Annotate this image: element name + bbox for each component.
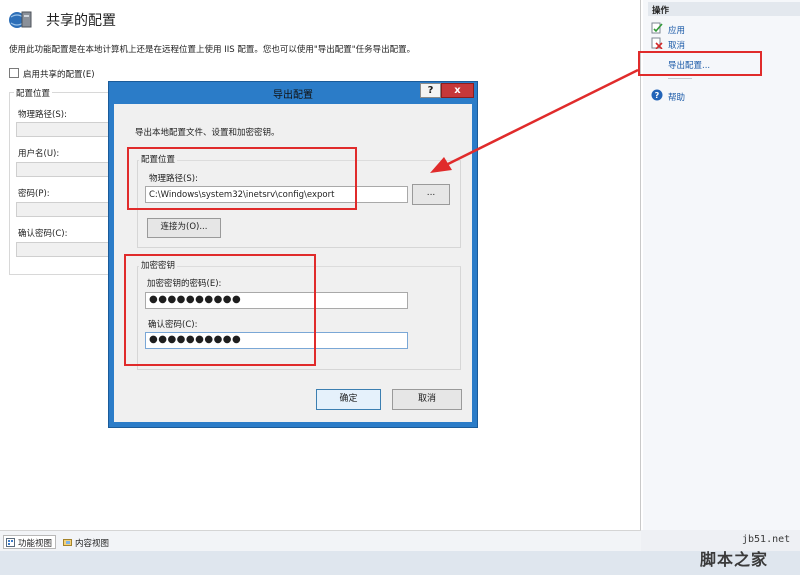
content-view-icon (63, 539, 72, 546)
tab-content-view-label: 内容视图 (75, 539, 110, 549)
page-description: 使用此功能配置是在本地计算机上还是在远程位置上使用 IIS 配置。您也可以使用"… (9, 45, 416, 55)
password-field[interactable] (16, 202, 111, 217)
features-view-icon (6, 538, 15, 547)
apply-icon (651, 22, 663, 34)
confirm-password-field[interactable] (16, 242, 111, 257)
password-label: 密码(P): (18, 189, 50, 199)
cancel-action[interactable]: 取消 (668, 39, 685, 51)
tab-content-view[interactable]: 内容视图 (60, 535, 114, 549)
tab-features-view[interactable]: 功能视图 (3, 535, 57, 549)
dialog-cancel-button[interactable]: 取消 (392, 389, 462, 410)
watermark-text: 脚本之家 (700, 550, 769, 569)
browse-button[interactable]: ... (412, 184, 450, 205)
enable-shared-config-label: 启用共享的配置(E) (23, 70, 95, 80)
actions-pane (643, 0, 800, 530)
dialog-description: 导出本地配置文件、设置和加密密钥。 (135, 128, 280, 138)
enable-shared-config-checkbox[interactable] (9, 68, 19, 78)
help-icon: ? (651, 89, 663, 101)
config-location-legend: 配置位置 (14, 87, 53, 99)
bottom-bar (0, 530, 800, 575)
page-title: 共享的配置 (46, 13, 116, 29)
cancel-icon (651, 37, 663, 49)
physical-path-field[interactable] (16, 122, 111, 137)
dialog-help-button[interactable]: ? (420, 83, 441, 98)
location-highlight (127, 147, 357, 210)
username-field[interactable] (16, 162, 111, 177)
apply-action[interactable]: 应用 (668, 24, 685, 36)
dialog-close-button[interactable]: x (441, 83, 474, 98)
confirm-password-label: 确认密码(C): (18, 229, 68, 239)
connect-as-button[interactable]: 连接为(O)... (147, 218, 221, 238)
encryption-key-highlight (124, 254, 316, 366)
disabled-action-placeholder (668, 78, 692, 81)
username-label: 用户名(U): (18, 149, 60, 159)
actions-header: 操作 (648, 2, 800, 16)
help-action[interactable]: 帮助 (668, 91, 685, 103)
shared-config-icon (9, 11, 32, 28)
export-action-highlight (638, 51, 762, 76)
watermark-url: jb51.net (742, 534, 791, 545)
physical-path-label: 物理路径(S): (18, 110, 67, 120)
tab-features-view-label: 功能视图 (18, 539, 53, 549)
svg-text:?: ? (655, 91, 660, 100)
ok-button[interactable]: 确定 (316, 389, 381, 410)
